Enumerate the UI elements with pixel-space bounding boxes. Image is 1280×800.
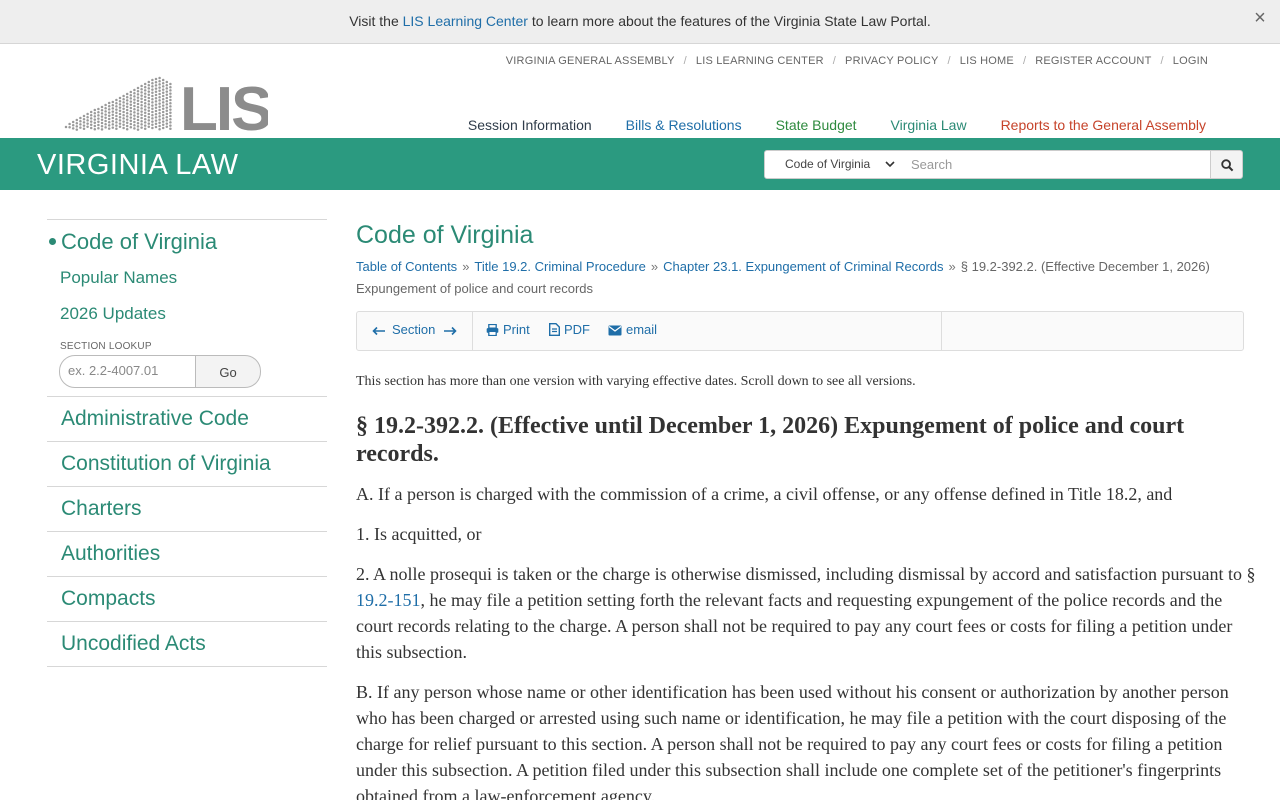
search-scope-select[interactable]: Code of Virginia — [764, 150, 902, 179]
nav-virginia-law[interactable]: Virginia Law — [891, 117, 967, 133]
section-bar: VIRGINIA LAW Code of Virginia Search — [0, 138, 1280, 190]
sidebar-item-uncodified-acts[interactable]: Uncodified Acts — [47, 621, 327, 666]
section-lookup-go-button[interactable]: Go — [195, 355, 261, 388]
email-label: email — [626, 322, 658, 337]
paragraph-b: B. If any person whose name or other ide… — [356, 682, 1229, 800]
page-title: Code of Virginia — [356, 221, 534, 249]
sidebar-item-authorities[interactable]: Authorities — [47, 531, 327, 576]
sidebar-item-code-of-virginia[interactable]: Code of Virginia — [47, 229, 327, 266]
link-lis-learning-center[interactable]: LIS LEARNING CENTER — [696, 55, 824, 67]
link-separator: / — [947, 55, 951, 67]
link-virginia-general-assembly[interactable]: VIRGINIA GENERAL ASSEMBLY — [506, 55, 675, 67]
section-body: A. If a person is charged with the commi… — [356, 481, 1256, 800]
sidebar-item-2026-updates[interactable]: 2026 Updates — [47, 302, 327, 338]
paragraph-2-start: 2. A nolle prosequi is taken or the char… — [356, 564, 1256, 584]
main-content: Code of Virginia Table of Contents » Title… — [356, 219, 1256, 800]
paragraph-2-end: , he may file a petition setting forth t… — [356, 590, 1233, 662]
search-icon — [1221, 159, 1234, 172]
arrow-right-icon[interactable] — [443, 326, 457, 336]
sidebar-item-constitution[interactable]: Constitution of Virginia — [47, 441, 327, 486]
version-note: This section has more than one version w… — [356, 374, 916, 389]
search-scope-value: Code of Virginia — [785, 157, 871, 171]
search-input[interactable]: Search — [901, 150, 1211, 179]
banner-learning-center-link[interactable]: LIS Learning Center — [403, 13, 528, 29]
pdf-button[interactable]: PDF — [549, 322, 590, 337]
pdf-icon — [549, 323, 560, 336]
section-nav-label: Section — [392, 322, 436, 337]
sidebar-divider — [47, 666, 327, 667]
section-lookup: ex. 2.2-4007.01 Go — [59, 355, 327, 391]
breadcrumb-separator: » — [948, 259, 956, 274]
breadcrumb-chapter-23-1[interactable]: Chapter 23.1. Expungement of Criminal Re… — [663, 259, 943, 274]
email-button[interactable]: email — [608, 322, 657, 337]
breadcrumb-separator: » — [462, 259, 470, 274]
paragraph-a: A. If a person is charged with the commi… — [356, 484, 1173, 504]
link-separator: / — [1022, 55, 1027, 67]
site-header: LIS VIRGINIA GENERAL ASSEMBLY / LIS LEARN… — [0, 44, 1280, 138]
breadcrumb-table-of-contents[interactable]: Table of Contents — [356, 259, 457, 274]
pdf-label: PDF — [564, 322, 590, 337]
print-label: Print — [503, 322, 530, 337]
link-privacy-policy[interactable]: PRIVACY POLICY — [845, 55, 938, 67]
section-toolbar: Section Print PDF email — [356, 311, 1244, 351]
sidebar-item-popular-names[interactable]: Popular Names — [47, 266, 327, 302]
link-lis-home[interactable]: LIS HOME — [960, 55, 1014, 67]
chevron-down-icon — [885, 161, 895, 168]
link-register-account[interactable]: REGISTER ACCOUNT — [1035, 55, 1151, 67]
link-separator: / — [683, 55, 687, 67]
section-lookup-input[interactable]: ex. 2.2-4007.01 — [59, 355, 196, 388]
sidebar-item-administrative-code[interactable]: Administrative Code — [47, 396, 327, 441]
section-reference-link[interactable]: 19.2-151 — [356, 590, 421, 610]
nav-reports-general-assembly[interactable]: Reports to the General Assembly — [1001, 117, 1206, 133]
section-lookup-label: SECTION LOOKUP — [60, 341, 152, 352]
lis-logo[interactable]: LIS — [64, 74, 268, 134]
link-separator: / — [832, 55, 837, 67]
section-heading: § 19.2-392.2. (Effective until December … — [356, 413, 1185, 467]
search-button[interactable] — [1210, 150, 1243, 179]
sidebar-item-label: Code of Virginia — [61, 229, 218, 254]
nav-session-information[interactable]: Session Information — [468, 117, 592, 133]
nav-bills-resolutions[interactable]: Bills & Resolutions — [626, 117, 742, 133]
link-login[interactable]: LOGIN — [1173, 55, 1208, 67]
banner-prefix: Visit the — [349, 13, 403, 29]
sidebar-code-group: Code of Virginia Popular Names 2026 Upda… — [47, 219, 327, 391]
sidebar-item-charters[interactable]: Charters — [47, 486, 327, 531]
email-icon — [608, 325, 622, 336]
paragraph-2: 2. A nolle prosequi is taken or the char… — [356, 561, 1256, 665]
nav-state-budget[interactable]: State Budget — [776, 117, 857, 133]
active-bullet-icon — [49, 238, 56, 245]
print-icon — [486, 323, 499, 337]
close-icon[interactable]: × — [1250, 8, 1270, 28]
announcement-banner: Visit the LIS Learning Center to learn m… — [0, 0, 1280, 44]
breadcrumb-separator: » — [650, 259, 659, 274]
breadcrumb-title-19-2[interactable]: Title 19.2. Criminal Procedure — [474, 259, 645, 274]
link-separator: / — [1160, 55, 1164, 67]
sidebar-item-compacts[interactable]: Compacts — [47, 576, 327, 621]
print-button[interactable]: Print — [486, 322, 530, 337]
main-nav: Session Information Bills & Resolutions … — [468, 117, 1206, 133]
section-nav: Section — [357, 312, 473, 350]
paragraph-1: 1. Is acquitted, or — [356, 524, 482, 544]
banner-text: Visit the LIS Learning Center to learn m… — [0, 13, 1280, 29]
breadcrumb: Table of Contents » Title 19.2. Criminal P… — [356, 256, 1246, 300]
sidebar: Code of Virginia Popular Names 2026 Upda… — [47, 219, 327, 667]
arrow-left-icon[interactable] — [372, 326, 386, 336]
share-actions: Print PDF email — [473, 312, 942, 350]
utility-links: VIRGINIA GENERAL ASSEMBLY / LIS LEARNING … — [506, 55, 1208, 67]
banner-suffix: to learn more about the features of the … — [527, 13, 931, 29]
logo-text: LIS — [180, 75, 268, 134]
section-title: VIRGINIA LAW — [37, 149, 239, 181]
